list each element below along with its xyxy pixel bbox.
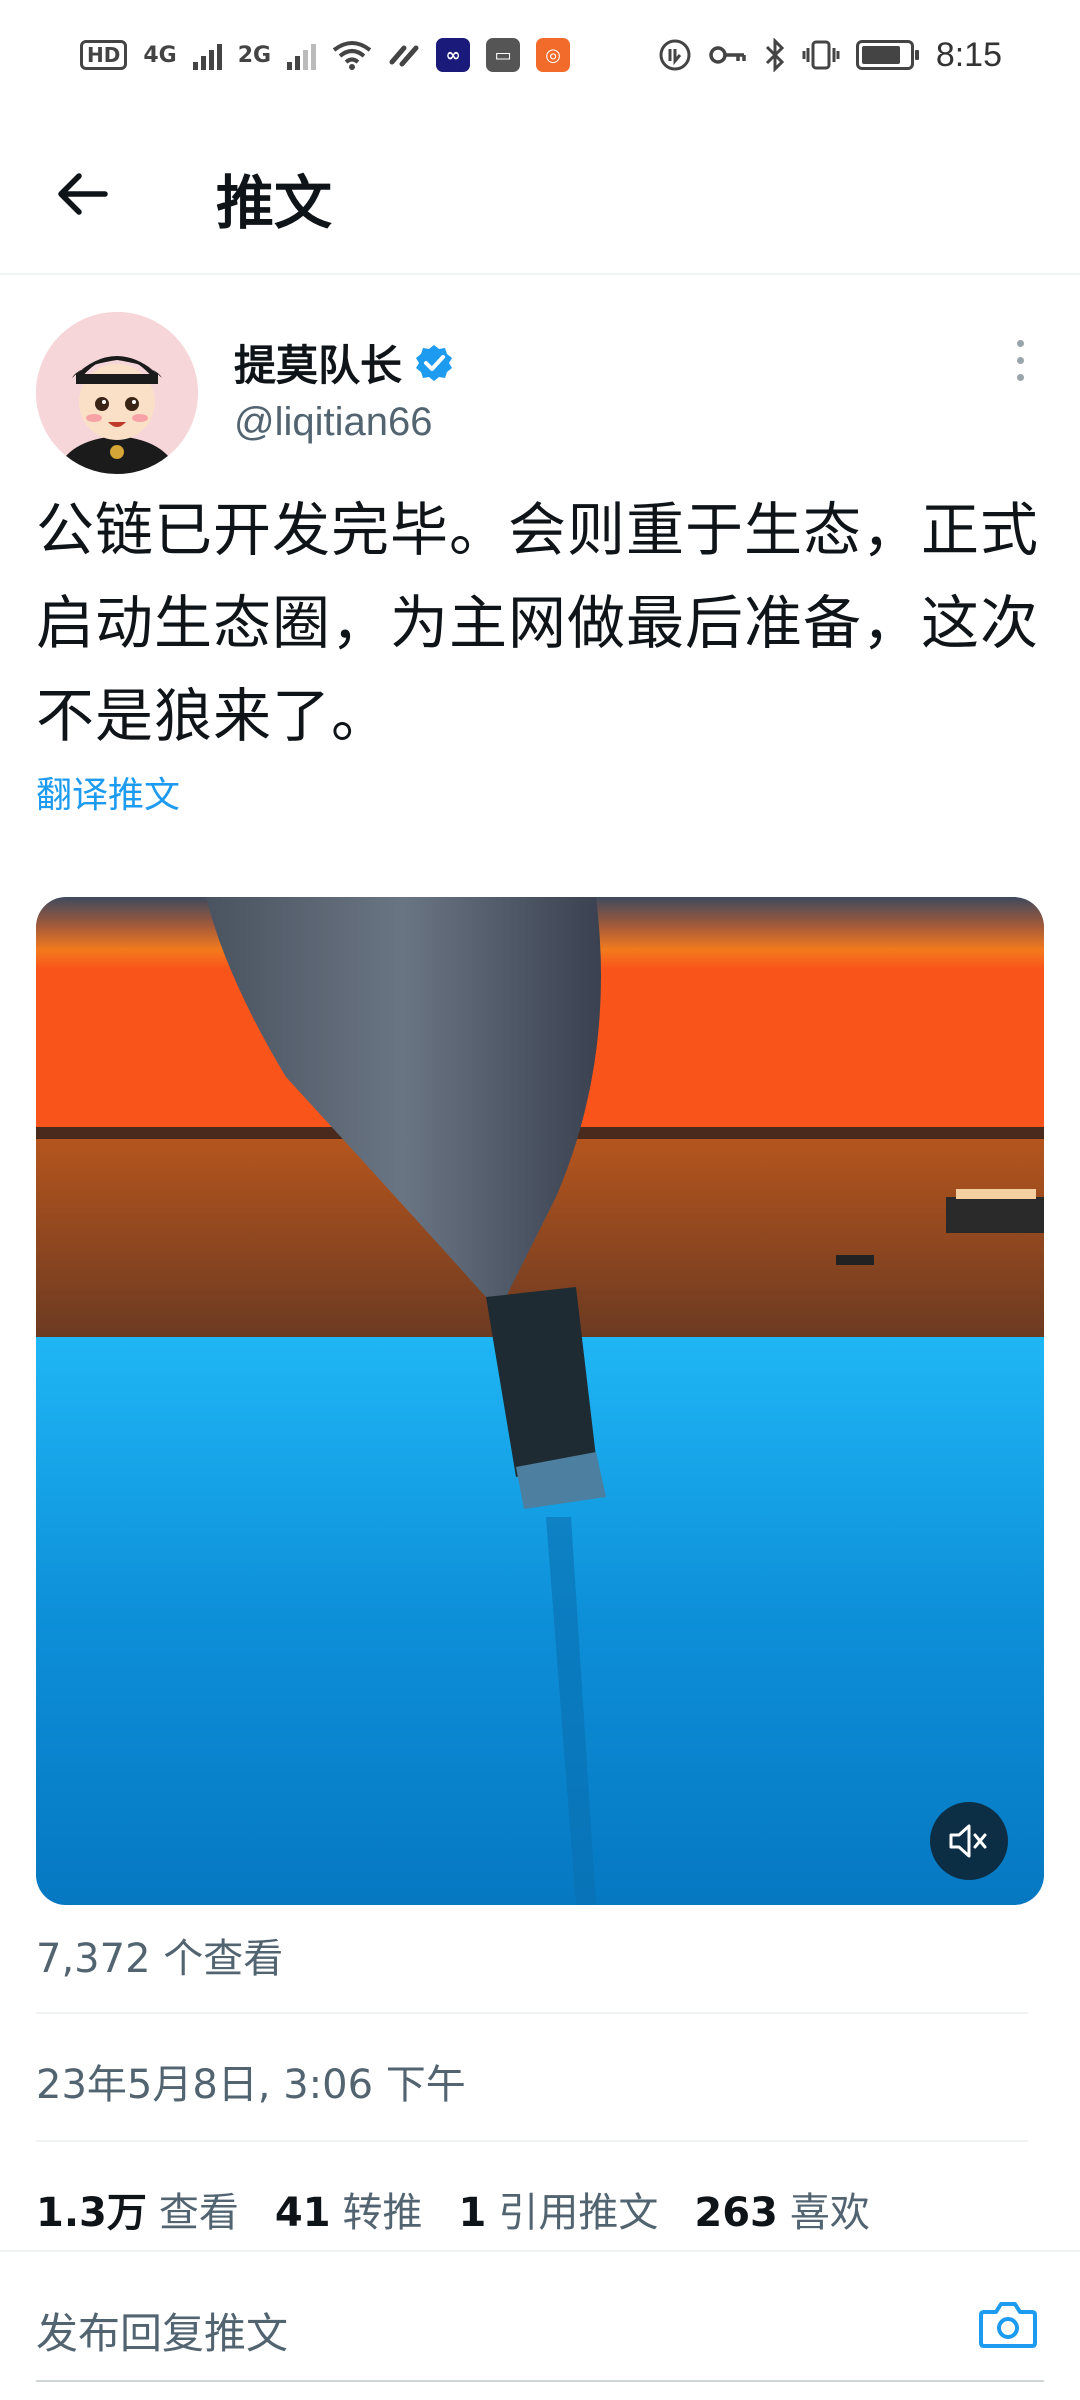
engagement-stats: 1.3万 查看 41 转推 1 引用推文 263 喜欢 [36,2180,870,2238]
stat-views-label: 查看 [158,2190,239,2236]
tweet-timestamp: 23年5月8日, 3:06 下午 [36,2062,466,2108]
stat-likes-label: 喜欢 [789,2190,870,2236]
bottom-divider [36,2380,1044,2382]
signal-weak-icon [287,40,317,70]
stat-retweets-label: 转推 [342,2190,423,2236]
more-vertical-icon [1016,339,1024,347]
translate-tweet-link[interactable]: 翻译推文 [36,766,180,818]
stat-likes[interactable]: 263 喜欢 [694,2180,870,2238]
more-options-button[interactable] [1000,330,1040,390]
app-notification-icon-3: ◎ [536,38,571,72]
divider [36,2140,1028,2142]
status-left: HD 4G 2G ∞ ▭ ◎ [80,38,571,72]
stat-views-value: 1.3万 [36,2190,147,2236]
stat-quotes-label: 引用推文 [498,2190,659,2236]
tweet-video[interactable] [36,897,1044,1905]
arrow-left-icon [58,173,108,215]
app-notification-icon: ∞ [436,38,471,72]
battery-icon [855,40,919,70]
reply-input[interactable]: 发布回复推文 [36,2300,288,2361]
stat-quotes[interactable]: 1 引用推文 [459,2180,659,2238]
author-name-text: 提莫队长 [234,341,403,390]
volume-muted-icon [949,1824,987,1858]
stat-likes-value: 263 [694,2190,778,2236]
stat-retweets[interactable]: 41 转推 [275,2180,423,2238]
link-icon [389,45,419,67]
network-4g-label: 4G [143,42,177,68]
author-name[interactable]: 提莫队长 [234,332,454,393]
tweet-text: 公链已开发完毕。会则重于生态，正式启动生态圈，为主网做最后准备，这次不是狼来了。 [36,496,1040,750]
network-2g-label: 2G [237,42,272,68]
nfc-icon [659,39,691,71]
back-button[interactable] [50,162,114,226]
view-count: 7,372 个查看 [36,1936,284,1982]
camera-icon [979,2302,1037,2348]
wifi-icon [332,41,372,70]
hd-indicator: HD [80,40,128,70]
vibrate-icon [802,40,840,70]
status-time: 8:15 [935,35,1002,74]
avatar-illustration [36,312,198,474]
author-handle[interactable]: @liqitian66 [234,400,433,445]
app-notification-icon-2: ▭ [486,38,521,72]
stat-retweets-value: 41 [274,2190,331,2236]
key-icon [709,46,746,64]
status-bar: HD 4G 2G ∞ ▭ ◎ 8:15 [0,0,1080,110]
bluetooth-icon [765,38,784,72]
status-right: 8:15 [658,36,1002,75]
stat-quotes-value: 1 [458,2190,487,2236]
stat-views[interactable]: 1.3万 查看 [36,2180,239,2238]
reply-composer: 发布回复推文 [0,2250,1080,2400]
mute-toggle-button[interactable] [930,1802,1008,1880]
verified-badge-icon [416,344,453,381]
signal-icon [192,40,222,70]
camera-button[interactable] [976,2292,1040,2356]
page-title: 推文 [216,169,333,237]
divider [36,2012,1028,2014]
video-frame [36,897,1044,1905]
avatar[interactable] [36,312,198,474]
top-app-bar: 推文 [0,110,1080,275]
